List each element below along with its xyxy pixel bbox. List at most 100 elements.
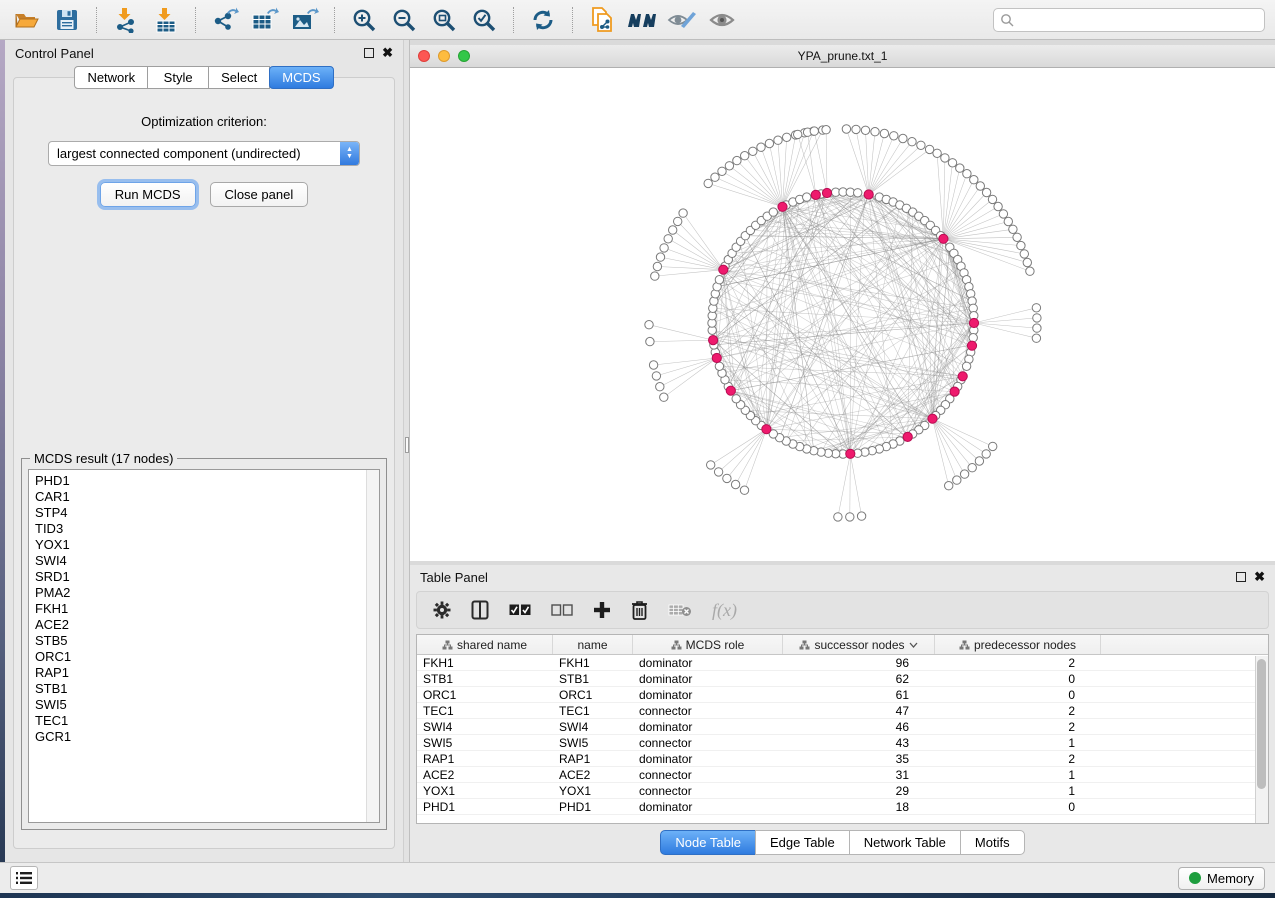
tab-select[interactable]: Select <box>208 66 270 89</box>
leaf-node[interactable] <box>982 450 990 458</box>
cell-name[interactable]: TEC1 <box>553 704 633 718</box>
leaf-node[interactable] <box>1009 225 1017 233</box>
cell-successor-nodes[interactable]: 35 <box>783 752 935 766</box>
leaf-node[interactable] <box>988 195 996 203</box>
leaf-node[interactable] <box>1033 314 1041 322</box>
selected-mcds-node[interactable] <box>939 234 948 243</box>
leaf-node[interactable] <box>783 133 791 141</box>
close-window-icon[interactable]: ✖ <box>1254 572 1265 582</box>
export-image-button[interactable] <box>288 5 322 35</box>
leaf-node[interactable] <box>679 209 687 217</box>
leaf-node[interactable] <box>908 138 916 146</box>
add-column-button[interactable] <box>593 601 611 619</box>
leaf-node[interactable] <box>718 167 726 175</box>
selected-mcds-node[interactable] <box>903 432 912 441</box>
leaf-node[interactable] <box>1026 267 1034 275</box>
cell-mcds-role[interactable]: connector <box>633 784 783 798</box>
selected-mcds-node[interactable] <box>846 449 855 458</box>
cell-predecessor-nodes[interactable]: 2 <box>935 704 1101 718</box>
tab-node-table[interactable]: Node Table <box>660 830 756 855</box>
tab-mcds[interactable]: MCDS <box>269 66 333 89</box>
leaf-node[interactable] <box>970 176 978 184</box>
leaf-node[interactable] <box>842 125 850 133</box>
cell-mcds-role[interactable]: dominator <box>633 688 783 702</box>
cell-mcds-role[interactable]: dominator <box>633 720 783 734</box>
cell-name[interactable]: ORC1 <box>553 688 633 702</box>
cell-mcds-role[interactable]: connector <box>633 768 783 782</box>
cell-shared-name[interactable]: SWI4 <box>417 720 553 734</box>
network-node[interactable] <box>732 395 740 403</box>
leaf-node[interactable] <box>968 464 976 472</box>
scrollbar-thumb[interactable] <box>1257 659 1266 789</box>
table-row[interactable]: PHD1PHD1dominator180 <box>417 799 1268 815</box>
leaf-node[interactable] <box>1017 241 1025 249</box>
table-row[interactable]: ORC1ORC1dominator610 <box>417 687 1268 703</box>
leaf-node[interactable] <box>1020 250 1028 258</box>
table-row[interactable]: ACE2ACE2connector311 <box>417 767 1268 783</box>
leaf-node[interactable] <box>948 159 956 167</box>
cell-successor-nodes[interactable]: 62 <box>783 672 935 686</box>
cell-mcds-role[interactable]: connector <box>633 704 783 718</box>
mcds-result-item[interactable]: TEC1 <box>35 713 379 729</box>
cell-predecessor-nodes[interactable]: 0 <box>935 688 1101 702</box>
table-row[interactable]: SWI4SWI4dominator462 <box>417 719 1268 735</box>
cell-mcds-role[interactable]: dominator <box>633 656 783 670</box>
leaf-node[interactable] <box>711 173 719 181</box>
leaf-node[interactable] <box>660 244 668 252</box>
mcds-result-item[interactable]: GCR1 <box>35 729 379 745</box>
clone-network-button[interactable] <box>585 5 619 35</box>
leaf-node[interactable] <box>857 512 865 520</box>
leaf-node[interactable] <box>660 393 668 401</box>
leaf-node[interactable] <box>725 162 733 170</box>
selected-mcds-node[interactable] <box>864 190 873 199</box>
leaf-node[interactable] <box>1033 324 1041 332</box>
panel-splitter[interactable] <box>403 40 410 862</box>
cell-successor-nodes[interactable]: 47 <box>783 704 935 718</box>
mcds-result-item[interactable]: PHD1 <box>35 473 379 489</box>
zoom-in-button[interactable] <box>347 5 381 35</box>
cell-shared-name[interactable]: SWI5 <box>417 736 553 750</box>
leaf-node[interactable] <box>704 179 712 187</box>
leaf-node[interactable] <box>822 126 830 134</box>
table-row[interactable]: SWI5SWI5connector431 <box>417 735 1268 751</box>
cell-name[interactable]: SWI4 <box>553 720 633 734</box>
mcds-result-item[interactable]: FKH1 <box>35 601 379 617</box>
tab-style[interactable]: Style <box>147 66 209 89</box>
selected-mcds-node[interactable] <box>811 190 820 199</box>
leaf-node[interactable] <box>861 126 869 134</box>
leaf-node[interactable] <box>652 372 660 380</box>
network-node[interactable] <box>854 189 862 197</box>
cell-mcds-role[interactable]: connector <box>633 736 783 750</box>
mcds-result-item[interactable]: SWI5 <box>35 697 379 713</box>
cell-predecessor-nodes[interactable]: 1 <box>935 736 1101 750</box>
cell-successor-nodes[interactable]: 43 <box>783 736 935 750</box>
leaf-node[interactable] <box>749 147 757 155</box>
network-node[interactable] <box>962 362 970 370</box>
cell-successor-nodes[interactable]: 61 <box>783 688 935 702</box>
leaf-node[interactable] <box>810 127 818 135</box>
leaf-node[interactable] <box>674 217 682 225</box>
column-header-shared-name[interactable]: shared name <box>417 635 553 654</box>
tab-network-table[interactable]: Network Table <box>849 830 961 855</box>
cell-name[interactable]: FKH1 <box>553 656 633 670</box>
selected-mcds-node[interactable] <box>719 265 728 274</box>
mcds-result-item[interactable]: STB1 <box>35 681 379 697</box>
split-panel-button[interactable] <box>471 600 489 620</box>
mcds-result-item[interactable]: ORC1 <box>35 649 379 665</box>
cell-name[interactable]: STB1 <box>553 672 633 686</box>
tab-network[interactable]: Network <box>74 66 148 89</box>
network-node[interactable] <box>769 208 777 216</box>
cell-shared-name[interactable]: YOX1 <box>417 784 553 798</box>
leaf-node[interactable] <box>834 513 842 521</box>
cell-predecessor-nodes[interactable]: 2 <box>935 752 1101 766</box>
cell-mcds-role[interactable]: dominator <box>633 672 783 686</box>
leaf-node[interactable] <box>994 202 1002 210</box>
function-builder-button[interactable]: f(x) <box>712 600 737 621</box>
leaf-node[interactable] <box>890 132 898 140</box>
leaf-node[interactable] <box>846 513 854 521</box>
leaf-node[interactable] <box>941 154 949 162</box>
network-graph[interactable] <box>410 68 1275 561</box>
selected-mcds-node[interactable] <box>950 387 959 396</box>
leaf-node[interactable] <box>880 129 888 137</box>
leaf-node[interactable] <box>794 130 802 138</box>
